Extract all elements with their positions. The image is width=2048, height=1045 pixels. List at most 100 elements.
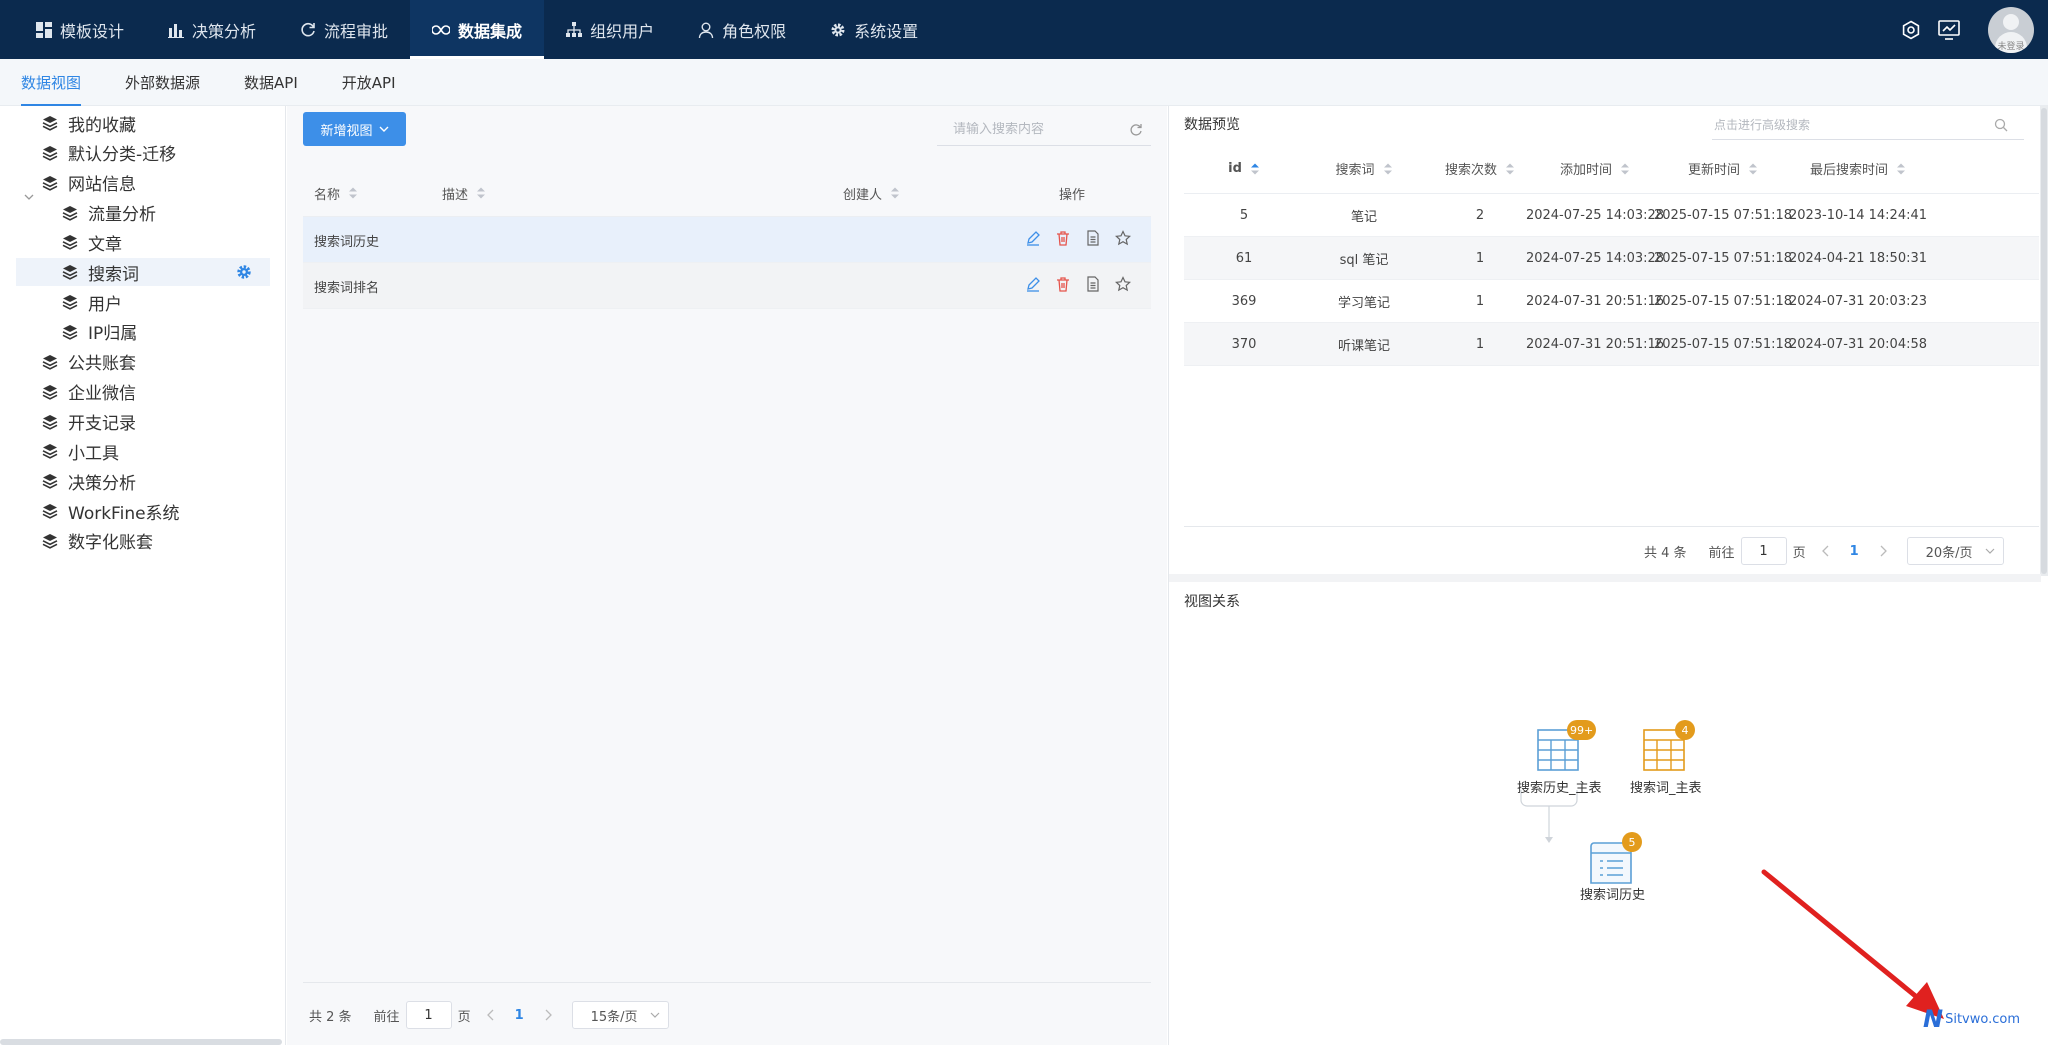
tree-item[interactable]: IP归属 (62, 318, 137, 346)
tree-item[interactable]: WorkFine系统 (42, 497, 180, 525)
delete-icon[interactable] (1055, 230, 1071, 246)
tab-data-api[interactable]: 数据API (244, 59, 298, 106)
refresh-icon[interactable] (1129, 123, 1143, 137)
layers-icon (42, 444, 58, 460)
chevron-left-icon[interactable] (486, 1009, 495, 1021)
tree-item-label: 文章 (88, 234, 122, 255)
view-search (937, 114, 1151, 146)
layers-icon (42, 474, 58, 489)
tree-item-label: 企业微信 (68, 384, 136, 405)
layers-icon (62, 235, 78, 251)
tree-item[interactable]: 决策分析 (42, 467, 136, 495)
divider (303, 982, 1151, 983)
tree-item[interactable]: 开支记录 (42, 408, 136, 436)
star-icon[interactable] (1115, 276, 1131, 292)
tree-item[interactable]: 我的收藏 (42, 109, 136, 137)
grid-icon (36, 21, 52, 38)
tree-item[interactable]: 数字化账套 (42, 527, 153, 555)
col-creator[interactable]: 创建人 (843, 184, 900, 203)
nav-label: 流程审批 (324, 21, 389, 41)
tree-item-label: 用户 (88, 294, 122, 315)
refresh-icon (301, 22, 315, 36)
table-row[interactable]: 搜索词排名 (303, 263, 1151, 309)
page-size-value: 15条/页 (590, 1009, 638, 1025)
col-name-label: 名称 (314, 187, 341, 203)
preview-panel: 数据预览 id搜索词搜索次数添加时间更新时间最后搜索时间 5笔记22024-07… (1168, 106, 2048, 1045)
layers-icon (62, 265, 78, 280)
table-row[interactable]: 搜索词历史 (303, 217, 1151, 263)
settings-button[interactable] (1892, 11, 1930, 49)
gear-icon (831, 23, 845, 36)
col-creator-label: 创建人 (843, 187, 883, 203)
page-input[interactable] (405, 1001, 452, 1029)
tree-item[interactable]: 小工具 (42, 437, 119, 465)
tree-item[interactable]: 默认分类-迁移 (42, 139, 176, 167)
view-list-panel: 新增视图 名称 描述 创建人 操作 搜索词历史 搜索词排名 共 2 条 前往 (287, 106, 1167, 1045)
col-ops: 操作 (1059, 184, 1085, 203)
search-input[interactable] (953, 122, 1113, 137)
nav-label: 决策分析 (192, 21, 257, 41)
tree-item[interactable]: 用户 (62, 288, 122, 316)
pager-goto: 前往 (373, 1009, 400, 1025)
tree-item[interactable]: 文章 (62, 228, 122, 256)
caret-down-icon[interactable] (24, 192, 34, 202)
nav-label: 数据集成 (458, 21, 523, 41)
row-name: 搜索词排名 (314, 280, 380, 296)
nav-system-settings[interactable]: 系统设置 (808, 0, 940, 59)
col-name[interactable]: 名称 (314, 184, 358, 203)
tree-item[interactable]: 搜索词 (16, 258, 270, 287)
new-view-button[interactable]: 新增视图 (303, 112, 406, 146)
nav-decision-analysis[interactable]: 决策分析 (146, 0, 278, 59)
tree-item-label: 我的收藏 (68, 115, 136, 136)
watermark: N Sitvwo.com (1923, 1005, 2020, 1033)
tab-data-view[interactable]: 数据视图 (21, 59, 82, 106)
chevron-right-icon[interactable] (544, 1009, 552, 1021)
layers-icon (42, 384, 58, 400)
chevron-down-icon (379, 126, 388, 132)
tab-external-datasource[interactable]: 外部数据源 (125, 59, 200, 106)
top-right-tools: 未登录 (1892, 0, 2034, 59)
star-icon[interactable] (1115, 230, 1131, 246)
row-actions (1011, 276, 1131, 292)
tree-item-label: IP归属 (88, 324, 138, 345)
nav-template-design[interactable]: 模板设计 (14, 0, 146, 59)
avatar[interactable]: 未登录 (1988, 6, 2034, 53)
pager-unit: 页 (457, 1009, 471, 1025)
tree-item-label: 默认分类-迁移 (68, 145, 177, 166)
nav-data-integration[interactable]: 数据集成 (410, 0, 545, 59)
tree-item[interactable]: 企业微信 (42, 378, 136, 406)
nav-process-approval[interactable]: 流程审批 (278, 0, 410, 59)
pager-total: 共 2 条 (309, 1009, 352, 1025)
tree-item[interactable]: 公共账套 (42, 348, 136, 376)
sidebar-scrollbar[interactable] (0, 1039, 282, 1045)
gear-icon[interactable] (236, 264, 262, 280)
nav-org-users[interactable]: 组织用户 (544, 0, 676, 59)
layers-icon (42, 175, 58, 191)
tree-item[interactable]: 网站信息 (42, 169, 136, 197)
infinity-icon (432, 24, 451, 35)
layers-icon (42, 145, 58, 161)
delete-icon[interactable] (1055, 276, 1071, 292)
tree-item[interactable]: 流量分析 (62, 199, 156, 227)
edit-icon[interactable] (1025, 276, 1041, 292)
page-number[interactable]: 1 (515, 1008, 524, 1023)
tree-item-label: 公共账套 (68, 354, 136, 375)
document-icon[interactable] (1085, 276, 1101, 292)
avatar-text: 未登录 (1997, 41, 2025, 52)
sort-icon (890, 186, 900, 200)
red-arrow-annotation (1761, 869, 1944, 1019)
tree-item-label: 搜索词 (88, 264, 139, 285)
document-icon[interactable] (1085, 230, 1101, 246)
nav-label: 组织用户 (590, 21, 655, 41)
watermark-logo: N (1923, 1005, 1944, 1033)
monitor-button[interactable] (1930, 11, 1968, 49)
view-table: 名称 描述 创建人 操作 搜索词历史 搜索词排名 (303, 170, 1151, 309)
nav-role-permissions[interactable]: 角色权限 (676, 0, 808, 59)
tab-open-api[interactable]: 开放API (342, 59, 396, 106)
edit-icon[interactable] (1025, 230, 1041, 246)
page-size-select[interactable]: 15条/页 (571, 1001, 669, 1029)
row-actions (1011, 230, 1131, 246)
col-desc[interactable]: 描述 (442, 184, 486, 203)
settings-icon (1902, 20, 1920, 39)
layers-icon (62, 324, 78, 340)
